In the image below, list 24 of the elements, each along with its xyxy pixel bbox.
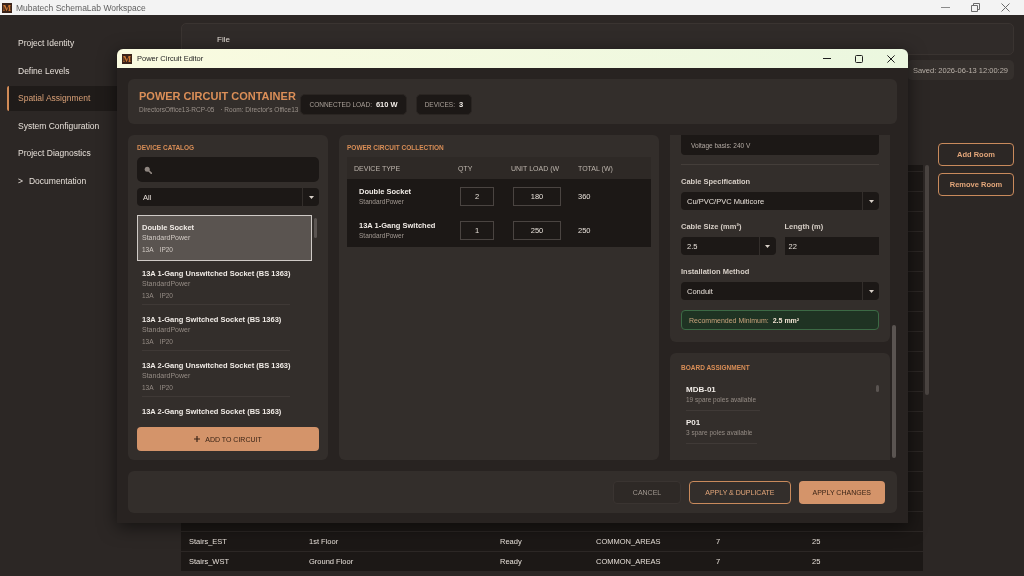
scrollbar-thumb[interactable] <box>892 325 896 458</box>
scrollbar-thumb[interactable] <box>876 385 879 392</box>
sidebar-item[interactable]: System Configuration <box>7 113 172 138</box>
search-icon <box>144 165 152 174</box>
caret-icon <box>868 289 874 293</box>
minimize-icon[interactable] <box>823 58 831 59</box>
caret-icon <box>308 195 314 199</box>
minimize-icon[interactable] <box>941 7 950 8</box>
board-name[interactable]: P01 <box>686 417 753 428</box>
window-title: Mubatech SchemaLab Workspace <box>16 2 146 13</box>
board-name[interactable]: MDB-01 <box>686 384 757 395</box>
maximize-icon[interactable] <box>855 54 863 63</box>
search-field[interactable] <box>137 157 319 182</box>
caret-icon <box>765 244 770 248</box>
sidebar-item[interactable]: Project Identity <box>7 30 172 56</box>
menu-item[interactable]: File <box>217 34 230 44</box>
plus-icon <box>194 436 201 442</box>
close-icon[interactable] <box>887 54 895 63</box>
app-logo: M <box>2 2 12 13</box>
chevron-icon: > <box>18 175 23 186</box>
restore-icon[interactable] <box>971 3 980 12</box>
caret-icon <box>868 199 874 203</box>
scrollbar-thumb[interactable] <box>314 218 317 238</box>
app-logo: M <box>122 53 132 64</box>
